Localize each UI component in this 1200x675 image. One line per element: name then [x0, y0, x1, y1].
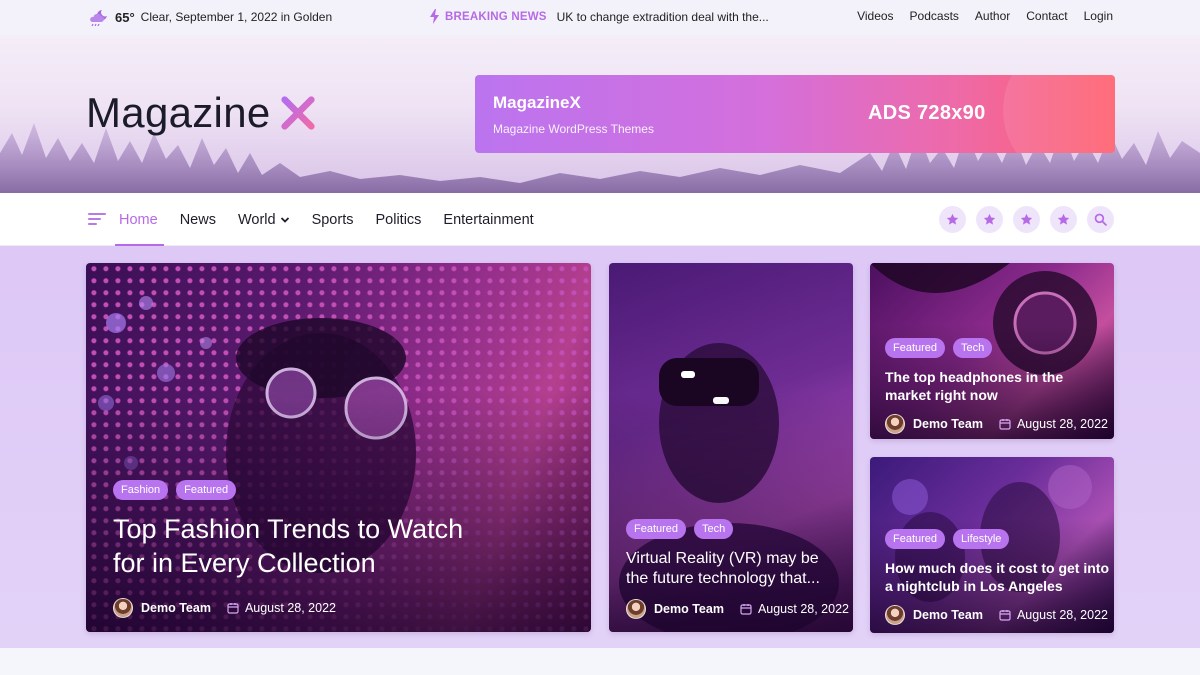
ad-subtitle: Magazine WordPress Themes: [493, 122, 654, 136]
post-title[interactable]: Top Fashion Trends to Watch for in Every…: [113, 512, 493, 580]
logo-text: Magazine: [86, 89, 271, 136]
star-icon: [983, 213, 996, 225]
star-icon: [1057, 213, 1070, 225]
nav-menu: Home News World Sports Politics Entertai…: [115, 193, 534, 246]
post-date: August 28, 2022: [244, 601, 336, 615]
top-link-contact[interactable]: Contact: [1026, 9, 1067, 23]
post-tags: Fashion Featured: [113, 480, 591, 500]
tag-fashion[interactable]: Fashion: [113, 480, 169, 500]
featured-post-card-large[interactable]: Fashion Featured Top Fashion Trends to W…: [86, 263, 591, 632]
temperature: 65°: [115, 9, 135, 25]
post-meta: Demo Team August 28, 2022: [113, 598, 591, 618]
post-tags: Featured Lifestyle: [885, 529, 1114, 549]
star-button-1[interactable]: [939, 206, 966, 233]
tag-tech[interactable]: Tech: [953, 338, 993, 358]
post-title[interactable]: The top headphones in the market right n…: [885, 368, 1107, 404]
weather-text: Clear, September 1, 2022 in Golden: [140, 10, 333, 24]
top-links: Videos Podcasts Author Contact Login: [857, 9, 1113, 23]
post-author[interactable]: Demo Team: [913, 417, 983, 431]
tag-featured[interactable]: Featured: [885, 338, 946, 358]
hamburger-menu-icon[interactable]: [88, 213, 106, 227]
weather-widget: 65° Clear, September 1, 2022 in Golden: [87, 8, 332, 26]
breaking-news-headline[interactable]: UK to change extradition deal with the..…: [557, 10, 769, 24]
page-bottom: [0, 648, 1200, 675]
cloud-moon-icon: [90, 10, 107, 26]
top-bar: 65° Clear, September 1, 2022 in Golden B…: [0, 0, 1200, 35]
site-header: Magazine MagazineX Magazine WordPress Th…: [0, 35, 1200, 193]
tag-tech[interactable]: Tech: [694, 519, 734, 539]
nav-item-politics[interactable]: Politics: [375, 193, 421, 246]
nav-item-label: News: [179, 211, 216, 228]
star-button-4[interactable]: [1050, 206, 1077, 233]
post-title[interactable]: How much does it cost to get into a nigh…: [885, 559, 1109, 595]
ad-banner[interactable]: MagazineX Magazine WordPress Themes ADS …: [475, 75, 1115, 153]
post-meta: Demo Team August 28, 2022: [626, 599, 853, 619]
top-link-login[interactable]: Login: [1084, 9, 1113, 23]
star-icon: [946, 213, 959, 225]
post-content: Fashion Featured Top Fashion Trends to W…: [86, 480, 591, 618]
featured-posts-section: Fashion Featured Top Fashion Trends to W…: [0, 246, 1200, 648]
post-content: Featured Tech Virtual Reality (VR) may b…: [609, 519, 853, 619]
ad-decoration: [1003, 75, 1115, 153]
post-meta: Demo Team August 28, 2022: [885, 414, 1114, 434]
ad-size-label: ADS 728x90: [868, 102, 986, 124]
tag-featured[interactable]: Featured: [626, 519, 687, 539]
nav-item-label: Entertainment: [443, 211, 534, 228]
featured-post-card-nightclub[interactable]: Featured Lifestyle How much does it cost…: [870, 457, 1114, 633]
avatar: [885, 605, 905, 625]
nav-item-news[interactable]: News: [180, 193, 216, 246]
breaking-news-ticker[interactable]: BREAKING NEWS UK to change extradition d…: [430, 9, 769, 24]
post-content: Featured Lifestyle How much does it cost…: [870, 529, 1114, 625]
calendar-icon: [740, 604, 752, 615]
nav-item-home[interactable]: Home: [115, 193, 164, 246]
post-date: August 28, 2022: [1016, 608, 1108, 622]
top-link-videos[interactable]: Videos: [857, 9, 893, 23]
post-content: Featured Tech The top headphones in the …: [870, 338, 1114, 434]
post-date: August 28, 2022: [757, 602, 849, 616]
star-button-3[interactable]: [1013, 206, 1040, 233]
logo-x-mark: [280, 96, 315, 130]
site-logo[interactable]: Magazine: [86, 89, 317, 137]
star-button-2[interactable]: [976, 206, 1003, 233]
nav-item-label: World: [237, 211, 276, 228]
lightning-icon: [430, 9, 439, 24]
top-link-podcasts[interactable]: Podcasts: [910, 9, 959, 23]
top-link-author[interactable]: Author: [975, 9, 1010, 23]
nav-item-entertainment[interactable]: Entertainment: [443, 193, 533, 246]
calendar-icon: [227, 603, 239, 614]
tag-featured[interactable]: Featured: [885, 529, 946, 549]
tag-featured[interactable]: Featured: [176, 480, 237, 500]
featured-post-card-headphones[interactable]: Featured Tech The top headphones in the …: [870, 263, 1114, 439]
post-author[interactable]: Demo Team: [913, 608, 983, 622]
post-author[interactable]: Demo Team: [141, 601, 211, 615]
post-date: August 28, 2022: [1016, 417, 1108, 431]
post-tags: Featured Tech: [885, 338, 1114, 358]
nav-icon-buttons: [939, 206, 1114, 233]
calendar-icon: [999, 419, 1011, 430]
nav-item-label: Sports: [311, 211, 354, 228]
nav-item-sports[interactable]: Sports: [312, 193, 354, 246]
star-icon: [1020, 213, 1033, 225]
post-tags: Featured Tech: [626, 519, 853, 539]
avatar: [626, 599, 646, 619]
main-navigation: Home News World Sports Politics Entertai…: [0, 193, 1200, 246]
nav-item-label: Home: [119, 211, 158, 228]
ad-title: MagazineX: [493, 93, 581, 112]
calendar-icon: [999, 610, 1011, 621]
breaking-news-label: BREAKING NEWS: [445, 10, 547, 23]
avatar: [113, 598, 133, 618]
avatar: [885, 414, 905, 434]
nav-item-world[interactable]: World: [238, 193, 290, 246]
tag-lifestyle[interactable]: Lifestyle: [953, 529, 1010, 549]
post-author[interactable]: Demo Team: [654, 602, 724, 616]
search-button[interactable]: [1087, 206, 1114, 233]
search-icon: [1094, 213, 1107, 226]
post-meta: Demo Team August 28, 2022: [885, 605, 1114, 625]
nav-item-label: Politics: [375, 211, 422, 228]
post-title[interactable]: Virtual Reality (VR) may be the future t…: [626, 549, 841, 589]
featured-post-card-vr[interactable]: Featured Tech Virtual Reality (VR) may b…: [609, 263, 853, 632]
chevron-down-icon: [280, 216, 289, 223]
